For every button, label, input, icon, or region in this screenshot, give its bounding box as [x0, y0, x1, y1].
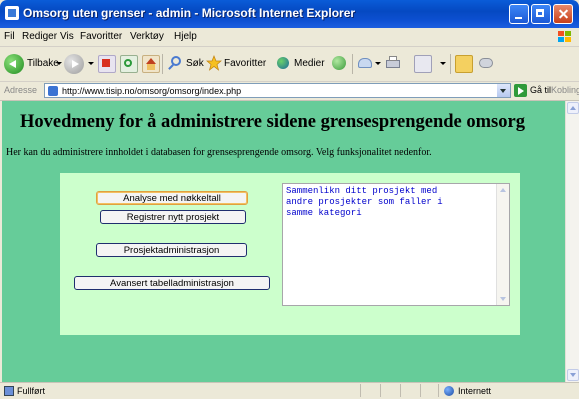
media-button-label[interactable]: Medier	[294, 58, 325, 69]
address-dropdown-icon[interactable]	[497, 84, 510, 97]
address-url[interactable]: http://www.tisip.no/omsorg/omsorg/index.…	[62, 86, 241, 96]
history-icon[interactable]	[331, 55, 347, 71]
windows-logo-icon	[557, 30, 573, 44]
menu-bar: Fil Rediger Vis Favoritter Verktøy Hjelp	[0, 28, 579, 47]
scroll-down-icon[interactable]	[567, 369, 579, 381]
address-input[interactable]: http://www.tisip.no/omsorg/omsorg/index.…	[44, 83, 511, 98]
description-textarea[interactable]: Sammenlikn ditt prosjekt med andre prosj…	[282, 183, 510, 306]
address-label: Adresse	[4, 85, 38, 95]
description-scrollbar[interactable]	[496, 184, 509, 305]
home-icon[interactable]	[142, 55, 160, 73]
page-title: Hovedmeny for å administrere sidene gren…	[20, 112, 525, 132]
intro-text: Her kan du administrere innholdet i data…	[6, 147, 432, 158]
analyse-button[interactable]: Analyse med nøkkeltall	[96, 191, 248, 205]
ie-icon	[5, 6, 19, 20]
go-button-label[interactable]: Gå til	[530, 85, 551, 95]
menu-tools[interactable]: Verktøy	[130, 31, 164, 42]
favorites-star-icon[interactable]	[206, 55, 222, 71]
stop-icon[interactable]	[98, 55, 116, 73]
close-button[interactable]	[553, 4, 573, 24]
menu-view[interactable]: Vis	[60, 31, 74, 42]
menu-favorites[interactable]: Favoritter	[80, 31, 122, 42]
menu-panel: Analyse med nøkkeltall Registrer nytt pr…	[60, 173, 520, 335]
favorites-button-label[interactable]: Favoritter	[224, 58, 266, 69]
table-admin-button[interactable]: Avansert tabelladministrasjon	[74, 276, 270, 290]
page-scrollbar[interactable]	[565, 101, 579, 382]
toolbar-separator	[352, 54, 353, 74]
internet-globe-icon	[444, 386, 454, 396]
forward-dropdown-icon[interactable]	[88, 62, 94, 65]
refresh-icon[interactable]	[120, 55, 138, 73]
go-arrow-icon[interactable]	[514, 84, 527, 97]
status-bar: Fullført Internett	[0, 382, 579, 399]
edit-dropdown-icon[interactable]	[440, 62, 446, 65]
toolbar-separator	[450, 54, 451, 74]
window-title: Omsorg uten grenser - admin - Microsoft …	[23, 6, 356, 20]
scroll-up-icon[interactable]	[567, 102, 579, 114]
search-button-label[interactable]: Søk	[186, 58, 204, 69]
description-text: Sammenlikn ditt prosjekt med andre prosj…	[286, 186, 443, 218]
page-icon	[48, 86, 58, 96]
register-project-button[interactable]: Registrer nytt prosjekt	[100, 210, 246, 224]
project-admin-button[interactable]: Prosjektadministrasjon	[96, 243, 247, 257]
menu-file[interactable]: Fil	[4, 31, 15, 42]
status-divider	[380, 384, 381, 397]
media-icon[interactable]	[276, 55, 292, 71]
maximize-button[interactable]	[531, 4, 551, 24]
mail-icon[interactable]	[357, 55, 373, 71]
security-zone-label: Internett	[458, 386, 492, 396]
scroll-up-icon[interactable]	[498, 185, 508, 195]
title-bar: Omsorg uten grenser - admin - Microsoft …	[0, 0, 579, 28]
menu-edit[interactable]: Rediger	[22, 31, 57, 42]
toolbar-separator	[162, 54, 163, 74]
status-divider	[420, 384, 421, 397]
status-text: Fullført	[17, 386, 45, 396]
page-content: Hovedmeny for å administrere sidene gren…	[2, 101, 565, 382]
toolbar: Tilbake Søk Favoritter Medier	[0, 47, 579, 82]
page-done-icon	[4, 386, 14, 396]
scroll-down-icon[interactable]	[498, 294, 508, 304]
back-dropdown-icon[interactable]	[56, 62, 62, 65]
mail-dropdown-icon[interactable]	[375, 62, 381, 65]
minimize-button[interactable]	[509, 4, 529, 24]
search-icon[interactable]	[167, 55, 183, 71]
folder-icon[interactable]	[455, 55, 473, 73]
messenger-icon[interactable]	[478, 55, 494, 71]
status-divider	[400, 384, 401, 397]
back-arrow-icon[interactable]	[4, 54, 24, 74]
status-divider	[360, 384, 361, 397]
print-icon[interactable]	[385, 55, 401, 71]
back-button-label[interactable]: Tilbake	[27, 58, 59, 69]
menu-help[interactable]: Hjelp	[174, 31, 197, 42]
status-divider	[438, 384, 439, 397]
edit-page-icon[interactable]	[414, 55, 432, 73]
address-bar: Adresse http://www.tisip.no/omsorg/omsor…	[0, 82, 579, 101]
forward-arrow-icon[interactable]	[64, 54, 84, 74]
links-label[interactable]: Koblinger	[551, 85, 579, 95]
